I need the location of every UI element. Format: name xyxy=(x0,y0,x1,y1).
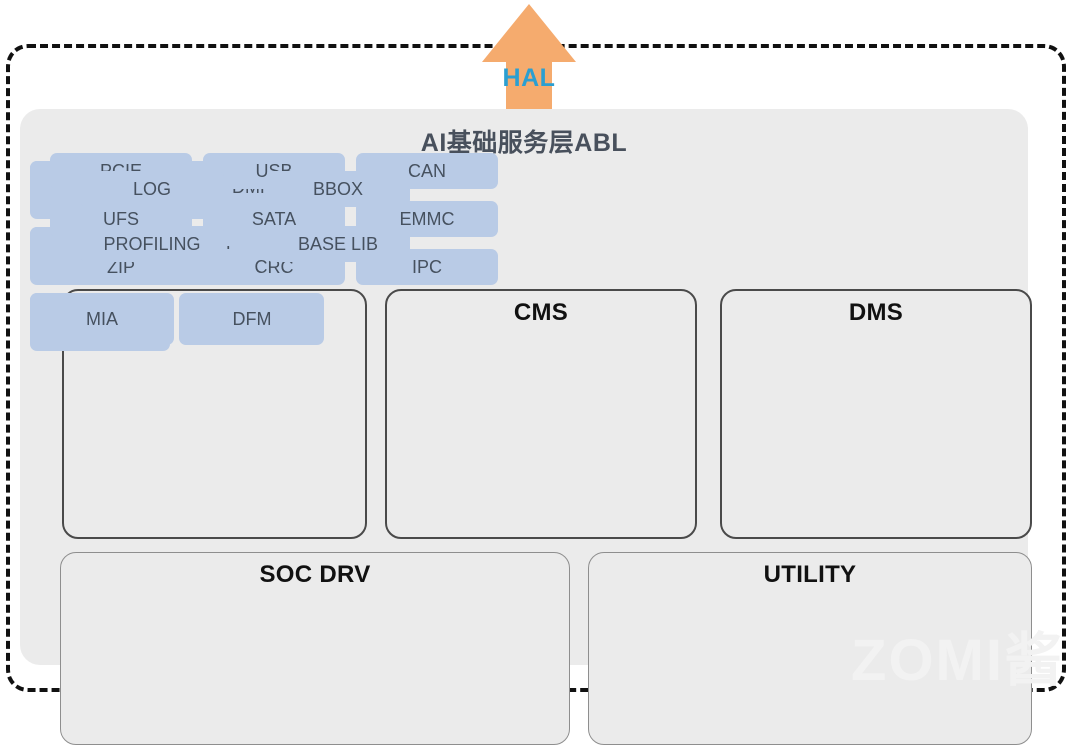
hal-label: HAL xyxy=(502,64,556,92)
section-title-dms: DMS xyxy=(848,299,904,326)
abl-panel: AI基础服务层ABL RMS SVM EventSchedule TS Reso… xyxy=(20,109,1032,745)
section-title-utility: UTILITY xyxy=(763,561,857,588)
chip-grid-utility: LOG BBOX PROFILING BASE LIB xyxy=(80,171,410,271)
section-dms: DMS xyxy=(720,289,1032,539)
section-soc-drv: SOC DRV xyxy=(60,552,570,745)
chip-base-lib[interactable]: BASE LIB xyxy=(266,226,410,262)
section-title-soc-drv: SOC DRV xyxy=(259,561,371,588)
watermark: ZOMI酱 xyxy=(851,628,1064,693)
section-title-cms: CMS xyxy=(513,299,569,326)
hal-arrow: HAL xyxy=(474,0,584,115)
chip-log[interactable]: LOG xyxy=(80,171,224,207)
chip-profiling[interactable]: PROFILING xyxy=(80,226,224,262)
hal-arrow-shape xyxy=(482,4,576,112)
chip-mia[interactable]: MIA xyxy=(30,293,174,345)
section-cms: CMS xyxy=(385,289,697,539)
chip-dfm[interactable]: DFM xyxy=(180,293,324,345)
chip-bbox[interactable]: BBOX xyxy=(266,171,410,207)
